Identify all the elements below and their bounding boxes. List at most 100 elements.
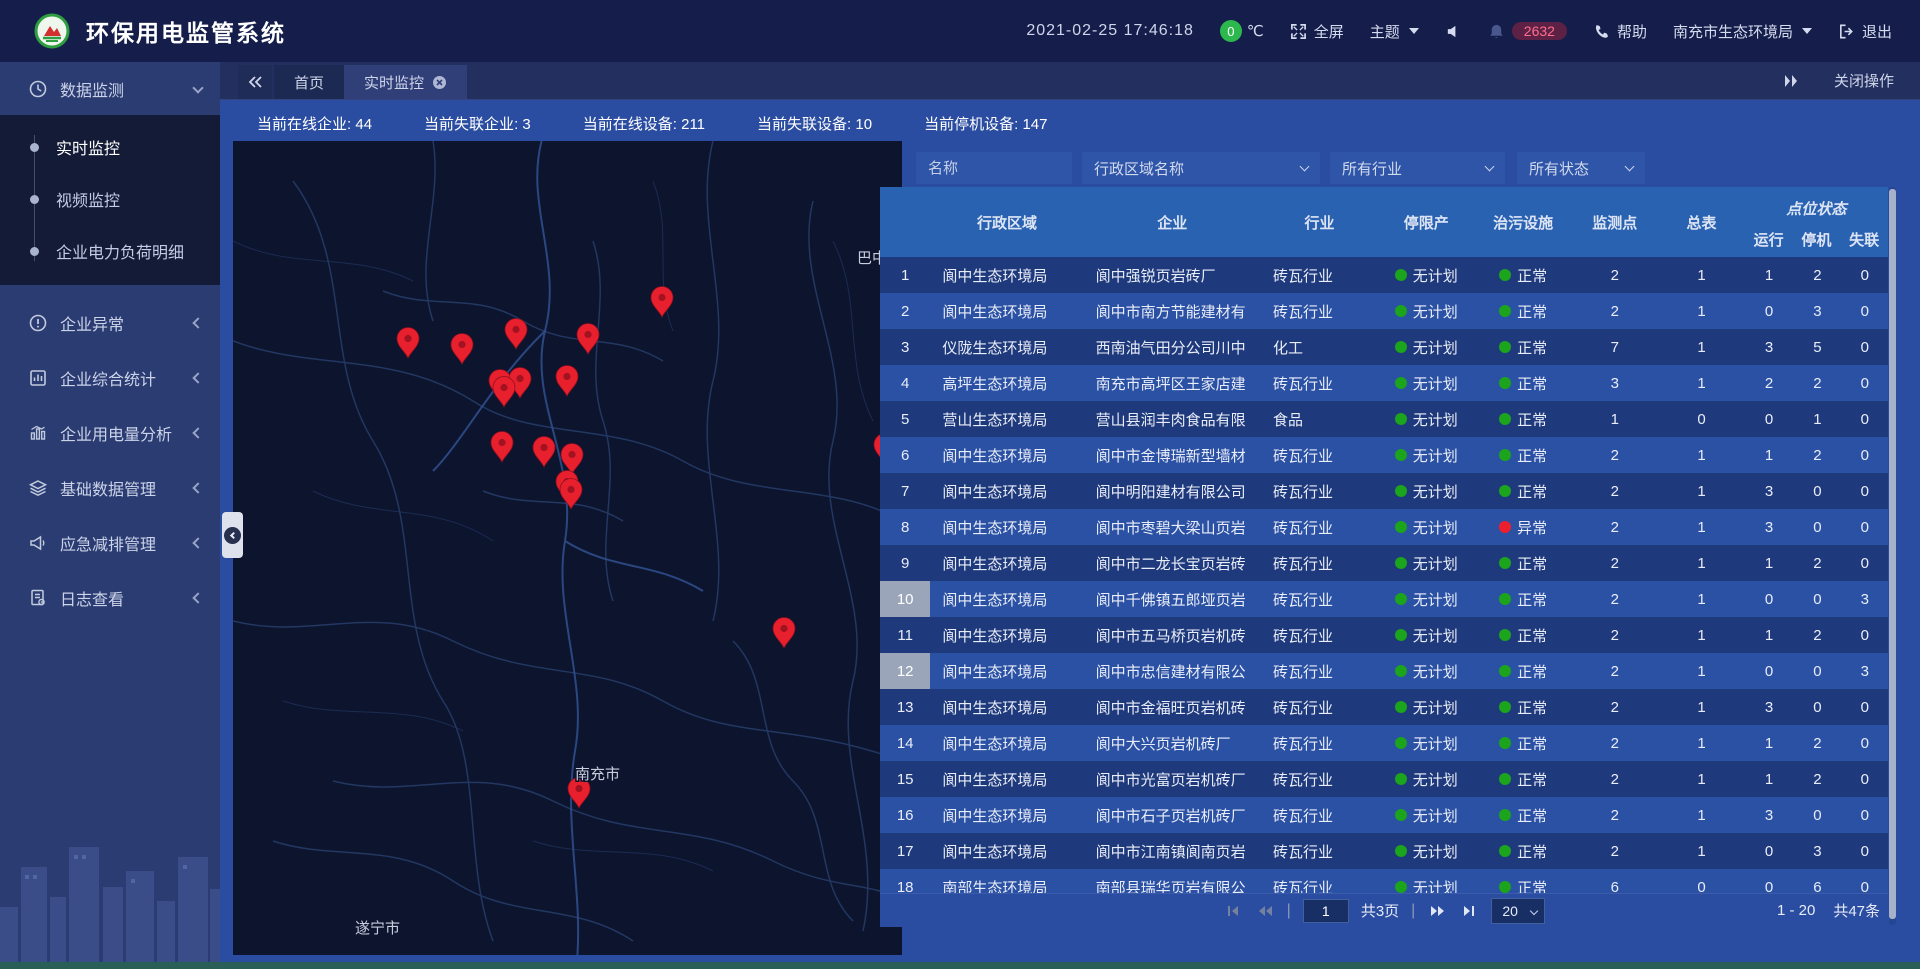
pollution-facility-cell: 正常: [1475, 833, 1572, 869]
tab-bar: 首页 实时监控 关闭操作: [220, 62, 1920, 100]
stopped-count-cell: 2: [1793, 617, 1841, 653]
prev-page-button[interactable]: [1255, 903, 1275, 919]
phone-icon: [1593, 23, 1610, 40]
table-row[interactable]: 7 阆中生态环境局 阆中明阳建材有限公司 砖瓦行业 无计划 正常 2 1 3 0…: [880, 473, 1888, 509]
region-cell: 阆中生态环境局: [930, 437, 1083, 473]
chevron-down-icon: [1300, 162, 1310, 172]
sidebar-item-enterprise-statistics[interactable]: 企业综合统计: [0, 350, 220, 405]
scrollbar-thumb[interactable]: [1889, 189, 1896, 919]
region-filter-select[interactable]: 行政区域名称: [1082, 152, 1320, 184]
sidebar-item-video-monitoring[interactable]: 视频监控: [0, 173, 220, 225]
company-cell: 阆中市光富页岩机砖厂: [1084, 761, 1261, 797]
map-canvas[interactable]: 巴中市南充市遂宁市: [233, 141, 902, 955]
table-row[interactable]: 11 阆中生态环境局 阆中市五马桥页岩机砖 砖瓦行业 无计划 正常 2 1 1 …: [880, 617, 1888, 653]
lost-count-cell: 3: [1842, 653, 1888, 689]
mute-button[interactable]: [1445, 23, 1462, 40]
running-count-cell: 3: [1745, 329, 1793, 365]
theme-dropdown[interactable]: 主题: [1370, 21, 1419, 42]
sidebar-item-enterprise-abnormal[interactable]: 企业异常: [0, 295, 220, 350]
next-page-icon: [1429, 904, 1445, 918]
tab-home[interactable]: 首页: [274, 65, 344, 99]
running-count-cell: 2: [1745, 365, 1793, 401]
table-row[interactable]: 3 仪陇生态环境局 西南油气田分公司川中 化工 无计划 正常 7 1 3 5 0: [880, 329, 1888, 365]
status-dot-icon: [1395, 737, 1407, 749]
sidebar-item-log-view[interactable]: 日志查看: [0, 570, 220, 625]
table-row[interactable]: 15 阆中生态环境局 阆中市光富页岩机砖厂 砖瓦行业 无计划 正常 2 1 1 …: [880, 761, 1888, 797]
table-row[interactable]: 14 阆中生态环境局 阆中大兴页岩机砖厂 砖瓦行业 无计划 正常 2 1 1 2…: [880, 725, 1888, 761]
sidebar-item-data-monitoring[interactable]: 数据监测: [0, 62, 220, 115]
bell-icon: [1488, 23, 1505, 40]
chevron-left-icon: [192, 537, 203, 548]
sidebar-item-emergency-reduction[interactable]: 应急减排管理: [0, 515, 220, 570]
name-filter-input[interactable]: [916, 152, 1072, 184]
table-row[interactable]: 2 阆中生态环境局 阆中市南方节能建材有 砖瓦行业 无计划 正常 2 1 0 3…: [880, 293, 1888, 329]
table-row[interactable]: 4 高坪生态环境局 南充市高坪区王家店建 砖瓦行业 无计划 正常 3 1 2 2…: [880, 365, 1888, 401]
lost-count-cell: 0: [1842, 761, 1888, 797]
monitor-points-cell: 2: [1571, 581, 1658, 617]
next-page-button[interactable]: [1427, 903, 1447, 919]
table-row[interactable]: 13 阆中生态环境局 阆中市金福旺页岩机砖 砖瓦行业 无计划 正常 2 1 3 …: [880, 689, 1888, 725]
table-row[interactable]: 1 阆中生态环境局 阆中强锐页岩砖厂 砖瓦行业 无计划 正常 2 1 1 2 0: [880, 257, 1888, 293]
status-dot-icon: [1395, 773, 1407, 785]
first-page-button[interactable]: [1223, 903, 1243, 919]
lost-count-cell: 0: [1842, 545, 1888, 581]
pollution-facility-cell: 正常: [1475, 545, 1572, 581]
region-cell: 阆中生态环境局: [930, 581, 1083, 617]
table-row[interactable]: 10 阆中生态环境局 阆中千佛镇五郎垭页岩 砖瓦行业 无计划 正常 2 1 0 …: [880, 581, 1888, 617]
facility-dot: [1499, 593, 1511, 605]
total-meters-cell: 1: [1658, 545, 1745, 581]
status-dot-icon: [1395, 629, 1407, 641]
running-count-cell: 0: [1745, 833, 1793, 869]
temperature-unit: ℃: [1247, 22, 1264, 40]
sidebar-item-electricity-analysis[interactable]: 企业用电量分析: [0, 405, 220, 460]
double-arrow-right-icon[interactable]: [1782, 74, 1800, 88]
region-cell: 仪陇生态环境局: [930, 329, 1083, 365]
region-cell: 阆中生态环境局: [930, 293, 1083, 329]
row-index-cell: 2: [880, 293, 930, 329]
table-row[interactable]: 9 阆中生态环境局 阆中市二龙长宝页岩砖 砖瓦行业 无计划 正常 2 1 1 2…: [880, 545, 1888, 581]
map-collapse-handle[interactable]: [222, 512, 243, 558]
industry-filter-select[interactable]: 所有行业: [1330, 152, 1505, 184]
close-operations-button[interactable]: 关闭操作: [1834, 70, 1894, 91]
facility-dot: [1499, 269, 1511, 281]
status-filter-select[interactable]: 所有状态: [1517, 152, 1645, 184]
running-count-cell: 3: [1745, 509, 1793, 545]
logout-button[interactable]: 退出: [1838, 21, 1892, 42]
table-row[interactable]: 17 阆中生态环境局 阆中市江南镇阆南页岩 砖瓦行业 无计划 正常 2 1 0 …: [880, 833, 1888, 869]
user-dropdown[interactable]: 南充市生态环境局: [1673, 21, 1812, 42]
table-row[interactable]: 5 营山生态环境局 营山县润丰肉食品有限 食品 无计划 正常 1 0 0 1 0: [880, 401, 1888, 437]
status-dot-icon: [1395, 557, 1407, 569]
status-dot-icon: [1395, 449, 1407, 461]
monitor-points-cell: 2: [1571, 293, 1658, 329]
app-logo-icon: [34, 13, 70, 49]
table-row[interactable]: 12 阆中生态环境局 阆中市忠信建材有限公 砖瓦行业 无计划 正常 2 1 0 …: [880, 653, 1888, 689]
notification-count-badge: 2632: [1512, 22, 1567, 40]
sidebar-submenu: 实时监控 视频监控 企业电力负荷明细: [0, 115, 220, 285]
monitor-points-cell: 2: [1571, 437, 1658, 473]
page-number-input[interactable]: [1303, 899, 1349, 923]
map-panel[interactable]: 巴中市南充市遂宁市: [233, 141, 902, 955]
help-button[interactable]: 帮助: [1593, 21, 1647, 42]
column-header-stopped: 停机: [1793, 221, 1841, 257]
table-row[interactable]: 8 阆中生态环境局 阆中市枣碧大梁山页岩 砖瓦行业 无计划 异常 2 1 3 0…: [880, 509, 1888, 545]
stopped-count-cell: 2: [1793, 725, 1841, 761]
table-row[interactable]: 6 阆中生态环境局 阆中市金博瑞新型墙材 砖瓦行业 无计划 正常 2 1 1 2…: [880, 437, 1888, 473]
gauge-icon: [28, 79, 48, 99]
sidebar-item-realtime-monitoring[interactable]: 实时监控: [0, 121, 220, 173]
last-page-button[interactable]: [1459, 903, 1479, 919]
sidebar-item-base-data-management[interactable]: 基础数据管理: [0, 460, 220, 515]
total-meters-cell: 1: [1658, 689, 1745, 725]
sidebar-item-power-load-detail[interactable]: 企业电力负荷明细: [0, 225, 220, 277]
notifications[interactable]: 2632: [1488, 22, 1567, 40]
tabs-scroll-left-button[interactable]: [238, 65, 272, 99]
table-row[interactable]: 16 阆中生态环境局 阆中市石子页岩机砖厂 砖瓦行业 无计划 正常 2 1 3 …: [880, 797, 1888, 833]
pollution-facility-cell: 正常: [1475, 797, 1572, 833]
region-cell: 营山生态环境局: [930, 401, 1083, 437]
column-header-region: 行政区域: [930, 187, 1083, 257]
fullscreen-button[interactable]: 全屏: [1290, 21, 1344, 42]
page-size-select[interactable]: 20: [1491, 898, 1545, 924]
close-icon[interactable]: [432, 75, 447, 90]
company-cell: 阆中市金博瑞新型墙材: [1084, 437, 1261, 473]
tab-realtime-monitoring[interactable]: 实时监控: [344, 65, 467, 99]
facility-dot: [1499, 377, 1511, 389]
